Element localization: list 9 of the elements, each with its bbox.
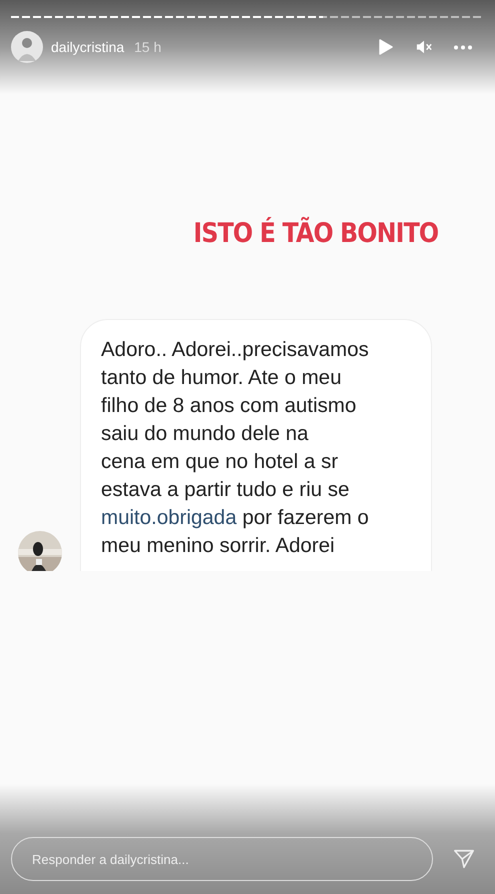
reply-field[interactable]: Responder a dailycristina... <box>11 837 433 881</box>
mention-link[interactable]: muito.obrigada <box>101 506 237 529</box>
caption: ISTO É TÃO BONITO <box>193 218 438 249</box>
send-icon[interactable] <box>453 848 475 870</box>
more-icon[interactable] <box>454 44 472 50</box>
timestamp: 15 h <box>134 39 162 55</box>
message-text: Adoro.. Adorei..precisavamos tanto de humor. Ate o meu filho de 8 anos com autismo saiu do mundo dele na cena em que no hotel a sr estava a partir tudo e riu se muito.obrigada por fazerem o meu menino sorrir. Adorei <box>101 337 370 559</box>
mute-icon[interactable] <box>416 39 432 55</box>
play-icon[interactable] <box>378 39 394 55</box>
